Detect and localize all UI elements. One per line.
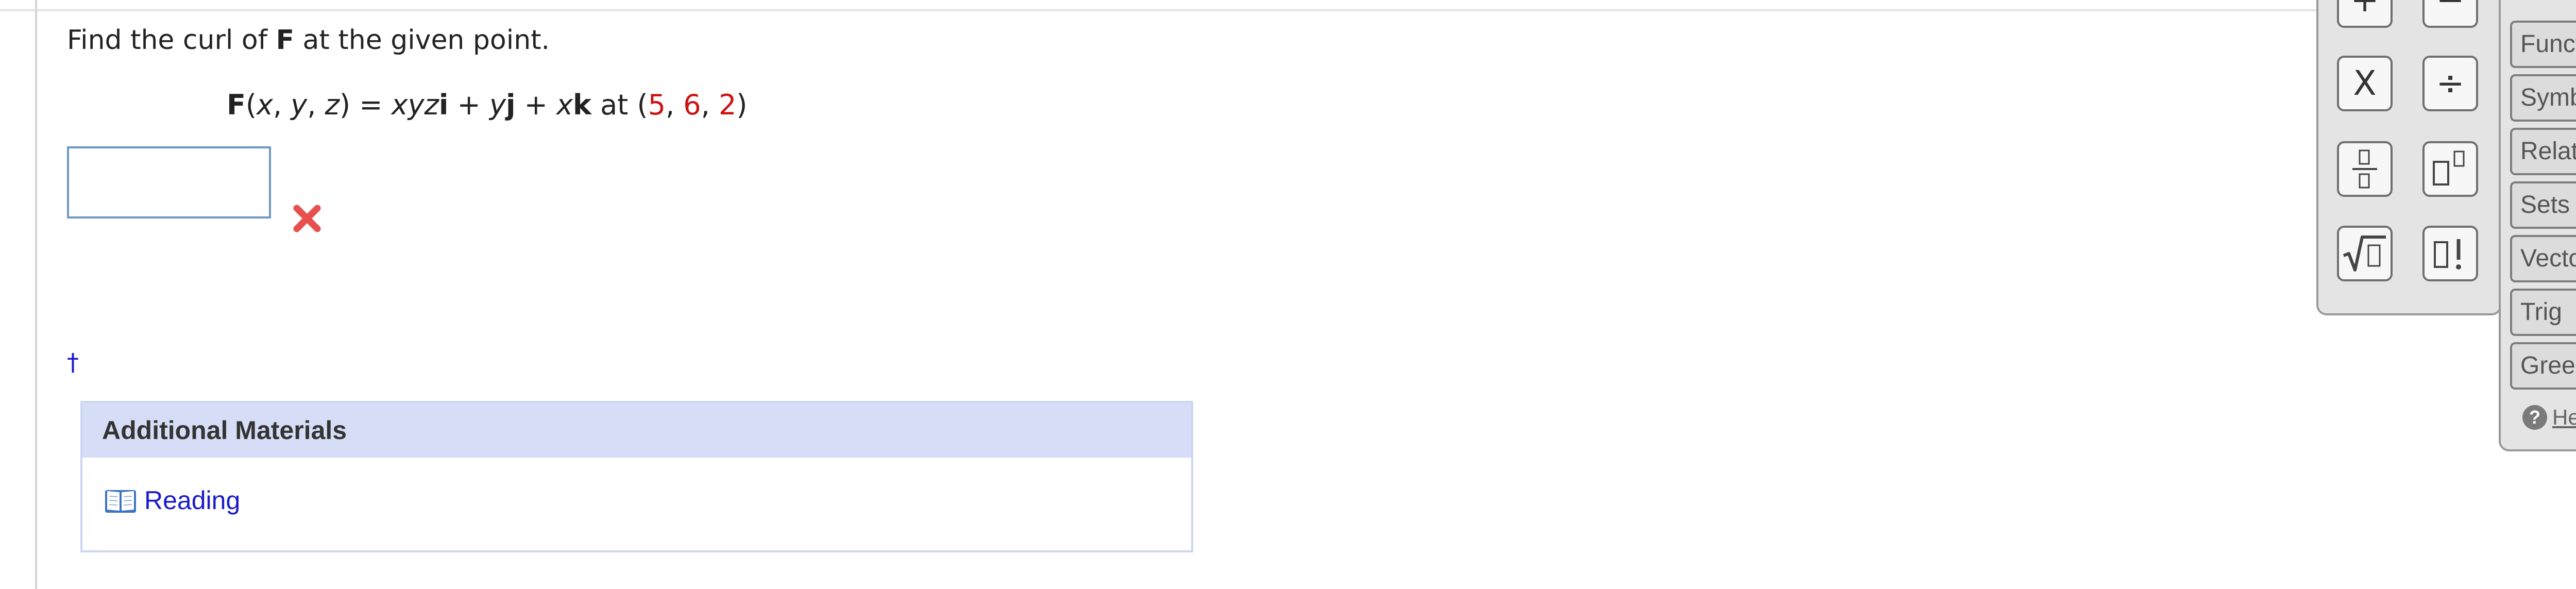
equation-field: F xyxy=(227,89,246,121)
red-x-icon xyxy=(293,205,321,232)
point-x: 5 xyxy=(648,89,666,121)
fraction-icon xyxy=(2352,149,2377,189)
answer-input[interactable] xyxy=(67,146,271,218)
point-paren: ( xyxy=(637,89,648,121)
help-icon: ? xyxy=(2522,405,2547,430)
point-z: 2 xyxy=(719,89,737,121)
left-divider xyxy=(35,0,37,589)
power-icon xyxy=(2433,150,2465,186)
question-suffix: at the given point. xyxy=(294,25,550,56)
question-field: F xyxy=(276,25,295,56)
additional-materials-panel: Additional Materials Reading xyxy=(80,401,1193,552)
question-text: Find the curl of F at the given point. xyxy=(67,25,550,56)
fraction-key[interactable] xyxy=(2337,141,2393,197)
sqrt-key[interactable] xyxy=(2337,226,2393,281)
category-vectors[interactable]: Vectors xyxy=(2510,235,2576,282)
point-comma: , xyxy=(665,89,684,121)
equation-equals: = xyxy=(350,89,392,121)
page: Find the curl of F at the given point. F… xyxy=(0,0,2576,589)
equation-comma: , xyxy=(307,89,325,121)
category-sets[interactable]: Sets xyxy=(2510,181,2576,229)
point-comma: , xyxy=(701,89,719,121)
power-key[interactable] xyxy=(2422,141,2478,197)
equation-term-2: y xyxy=(489,89,506,121)
point-paren: ) xyxy=(736,89,748,121)
times-key[interactable]: X xyxy=(2337,56,2393,111)
top-divider xyxy=(0,9,2576,11)
question-prefix: Find the curl of xyxy=(67,25,276,56)
point-y: 6 xyxy=(683,89,701,121)
plus-key-label: + xyxy=(2350,0,2379,17)
vector-field-equation: F(x, y, z) = xyzi + yj + xk at (5, 6, 2) xyxy=(227,89,747,122)
equation-plus: + xyxy=(515,89,557,121)
equation-at: at xyxy=(591,89,637,121)
reading-link[interactable]: Reading xyxy=(104,485,240,515)
math-palette: + − X ÷ xyxy=(2316,0,2502,315)
unit-vector-k: k xyxy=(573,89,591,121)
minus-key[interactable]: − xyxy=(2422,0,2478,28)
equation-var-y: y xyxy=(291,89,308,121)
category-trig[interactable]: Trig xyxy=(2510,289,2576,336)
equation-term-1: xyz xyxy=(391,89,439,121)
divide-key-label: ÷ xyxy=(2436,63,2465,103)
category-symbols[interactable]: Symbols xyxy=(2510,74,2576,122)
additional-materials-header: Additional Materials xyxy=(82,403,1191,458)
category-relations[interactable]: Relations xyxy=(2510,128,2576,175)
book-icon xyxy=(105,490,136,513)
factorial-icon xyxy=(2434,239,2461,270)
divide-key[interactable]: ÷ xyxy=(2422,56,2478,111)
equation-comma: , xyxy=(273,89,291,121)
plus-key[interactable]: + xyxy=(2337,0,2393,28)
help-link[interactable]: ? Help xyxy=(2522,405,2576,430)
minus-key-label: − xyxy=(2436,0,2464,17)
equation-term-3: x xyxy=(556,89,573,121)
help-label: Help xyxy=(2552,405,2576,429)
category-panel: Functions Symbols Relations Sets Vectors… xyxy=(2499,0,2576,451)
sqrt-icon xyxy=(2343,235,2386,272)
equation-paren: ) xyxy=(339,89,351,121)
footnote-dagger: † xyxy=(67,348,79,376)
times-key-label: X xyxy=(2353,63,2377,103)
factorial-key[interactable] xyxy=(2422,226,2478,281)
unit-vector-j: j xyxy=(505,89,516,121)
equation-plus: + xyxy=(448,89,489,121)
category-functions[interactable]: Functions xyxy=(2510,21,2576,68)
reading-link-label: Reading xyxy=(144,486,241,515)
equation-paren: ( xyxy=(245,89,257,121)
equation-var-x: x xyxy=(256,89,273,121)
unit-vector-i: i xyxy=(438,89,449,121)
category-greek[interactable]: Greek xyxy=(2510,342,2576,390)
equation-var-z: z xyxy=(325,89,340,121)
